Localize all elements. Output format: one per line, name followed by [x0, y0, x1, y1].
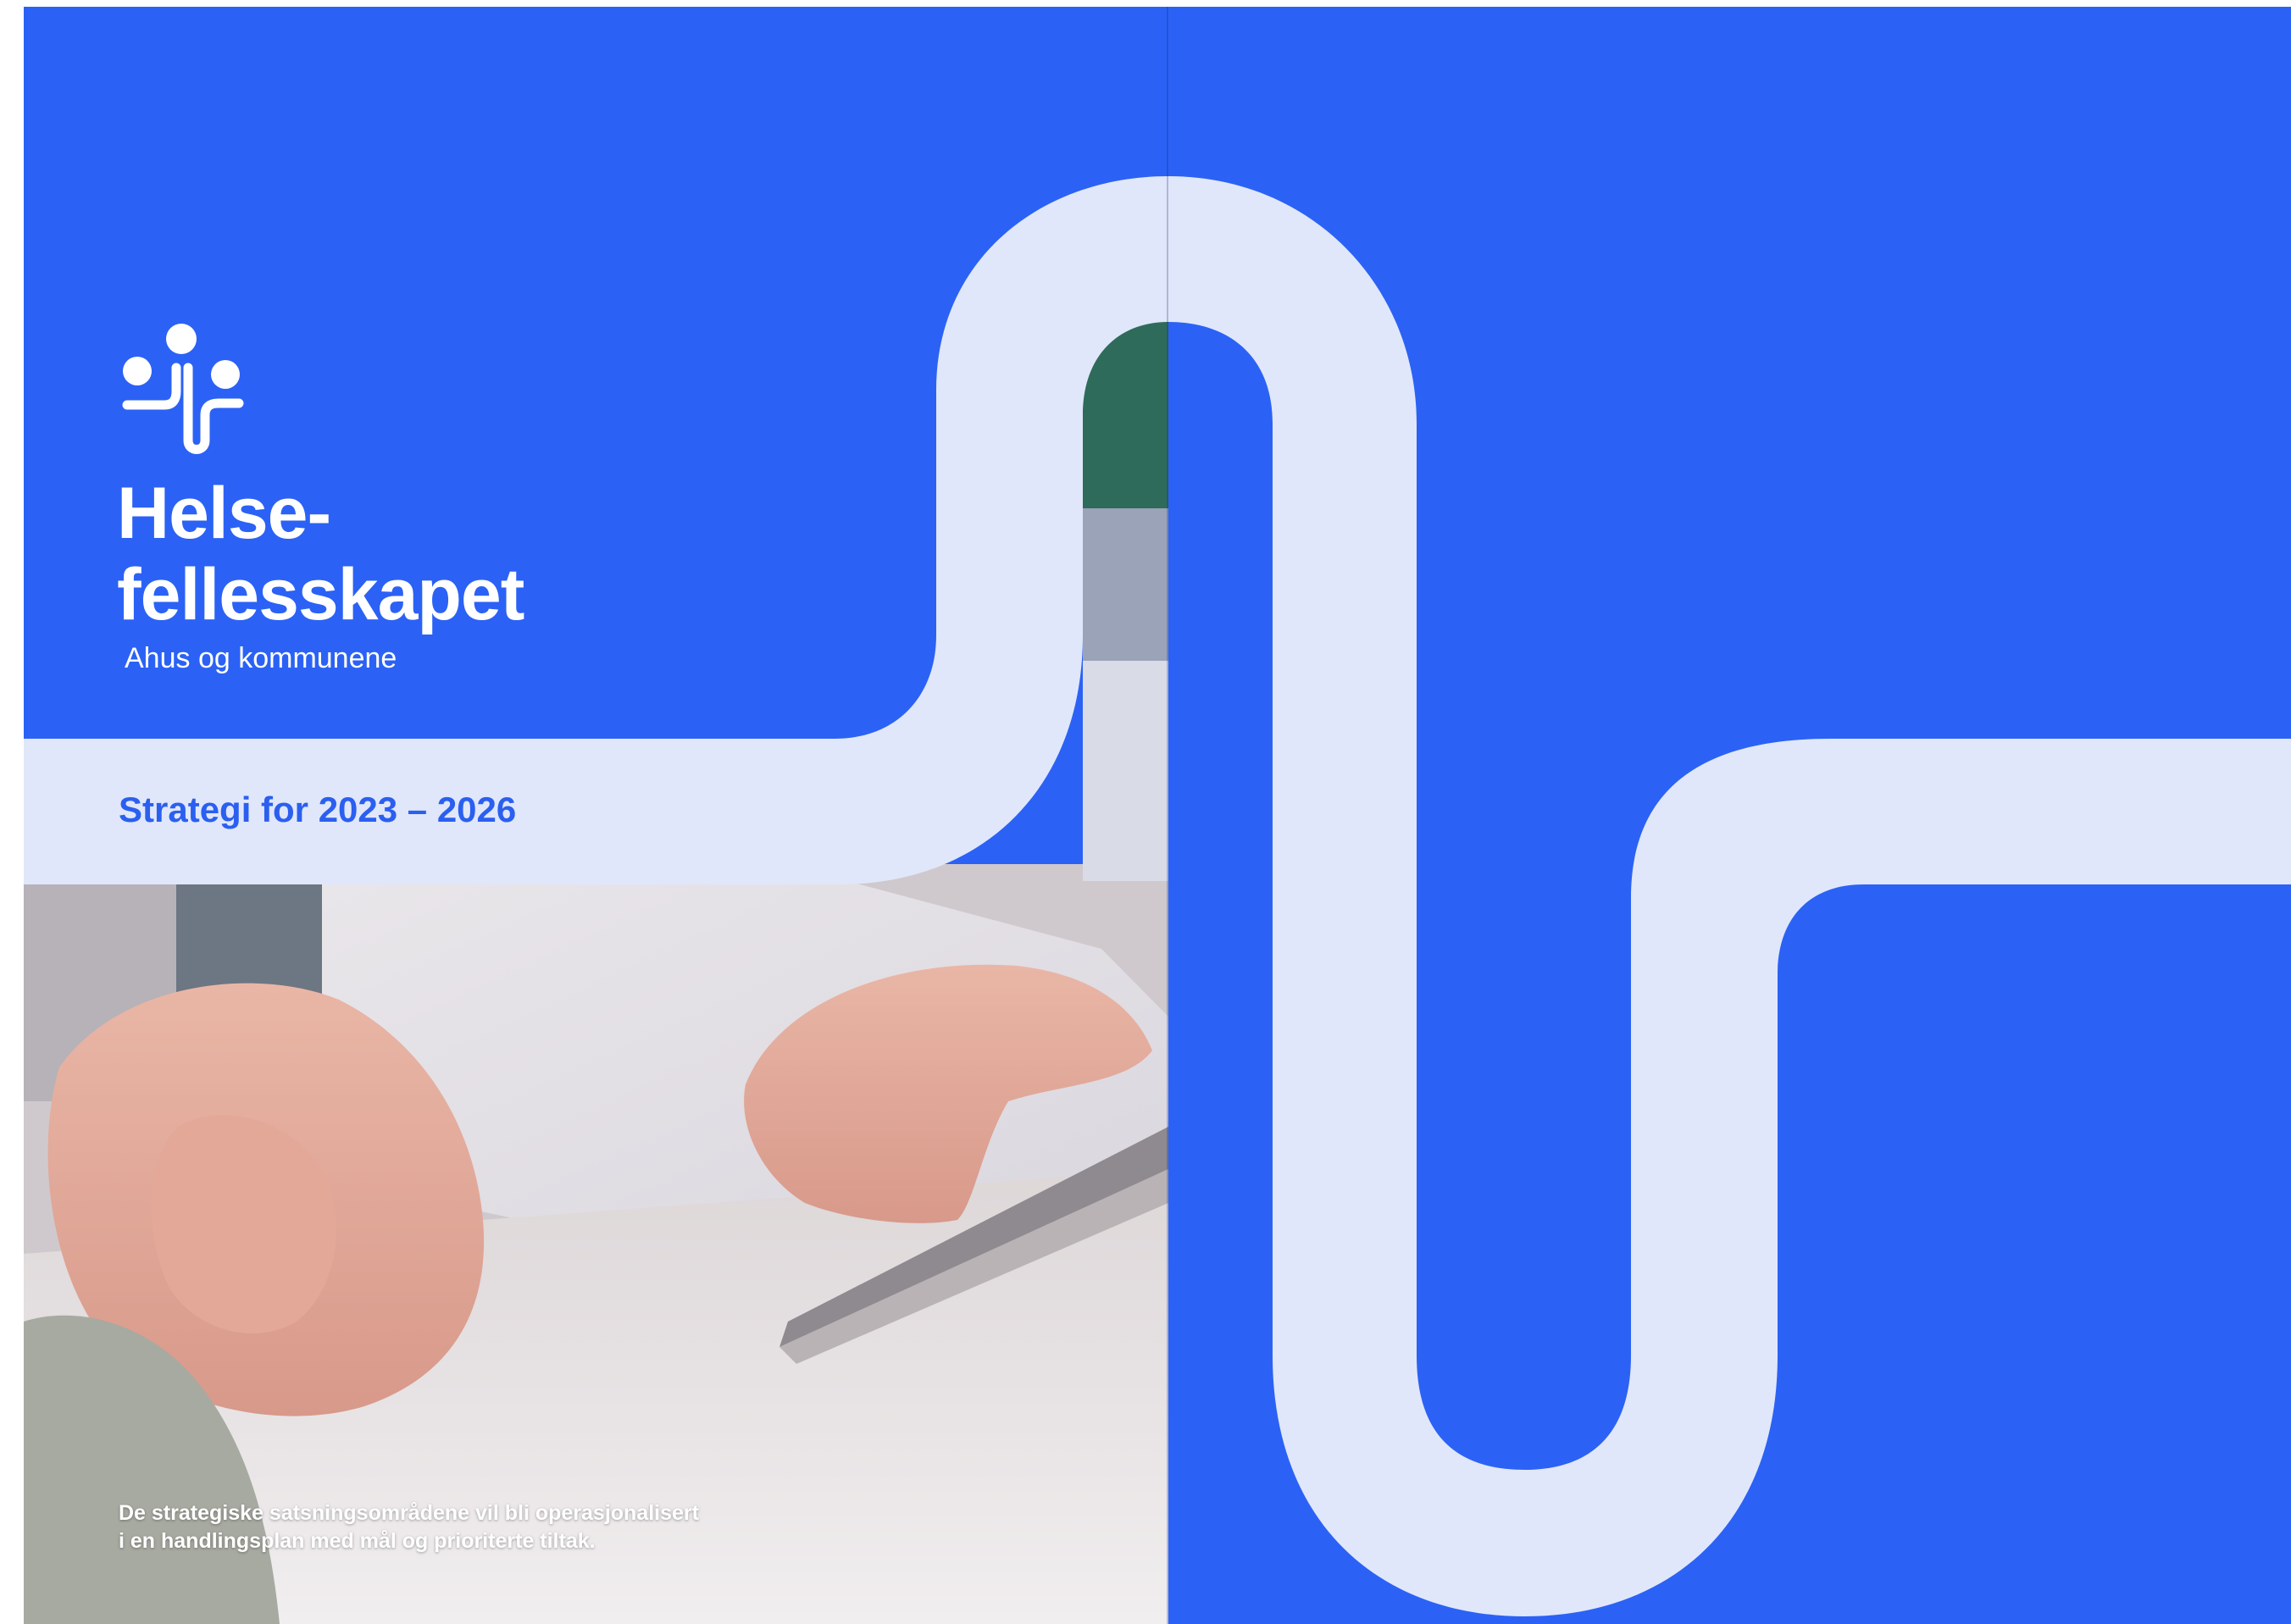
brand-title-line-1: Helse-: [117, 473, 331, 554]
footer-note-line-1: De strategiske satsningsområdene vil bli…: [119, 1501, 699, 1525]
brand-title-line-2: fellesskapet: [117, 554, 524, 635]
brochure-spread: Helse- fellesskapet Ahus og kommunene St…: [0, 0, 2291, 1624]
brand-title: Helse- fellesskapet: [117, 473, 524, 635]
page-spine: [1167, 7, 1168, 1624]
brand-subtitle: Ahus og kommunene: [125, 642, 397, 674]
footer-note-line-2: i en handlingsplan med mål og prioritert…: [119, 1529, 596, 1553]
people-connected-icon: [122, 324, 244, 454]
strategy-heading: Strategi for 2023 – 2026: [119, 790, 517, 829]
footer-note: De strategiske satsningsområdene vil bli…: [119, 1499, 699, 1555]
